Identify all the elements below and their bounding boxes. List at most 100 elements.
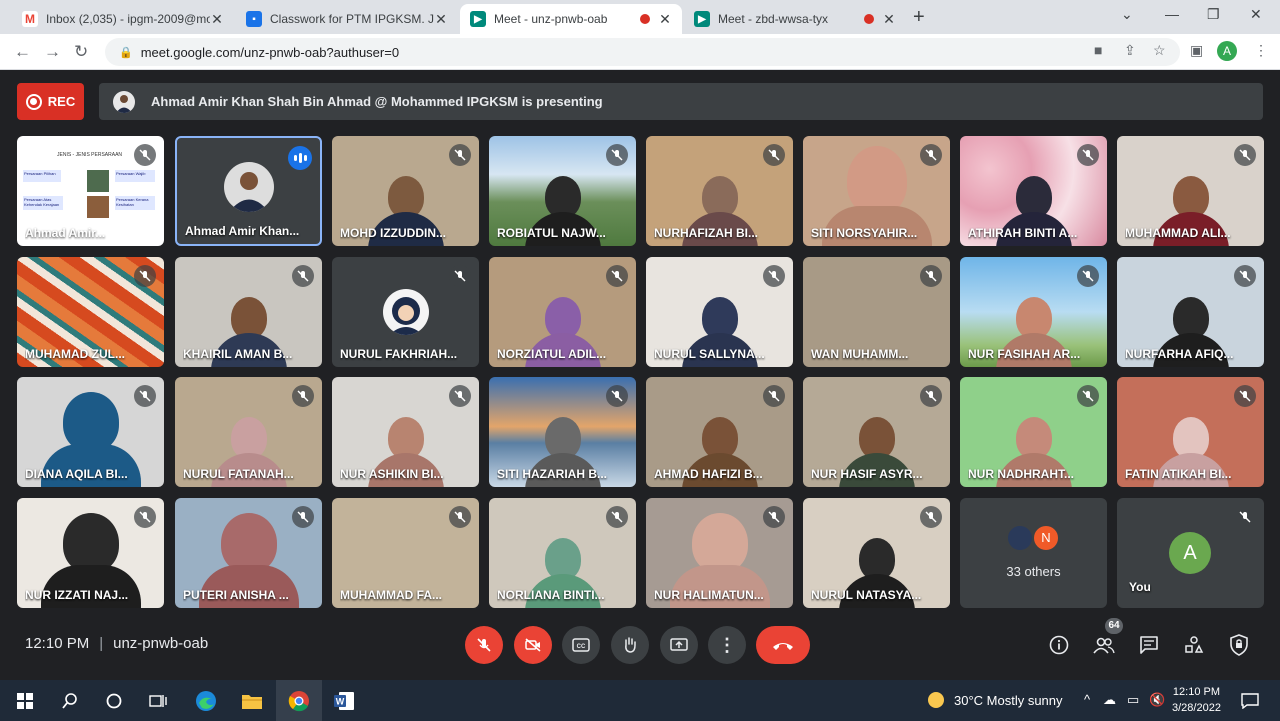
close-window-icon[interactable]: ✕ [1250, 6, 1262, 23]
toggle-camera-button[interactable] [514, 626, 552, 664]
participant-tile[interactable]: NORZIATUL ADIL... [489, 257, 636, 367]
notifications-icon[interactable] [1237, 688, 1263, 714]
participant-name: FATIN ATIKAH BI... [1125, 467, 1232, 481]
mic-off-icon [1234, 385, 1256, 407]
participant-tile[interactable]: MUHAMMAD FA... [332, 498, 479, 608]
participant-name: NURUL NATASYA... [811, 588, 922, 602]
activities-icon [1185, 636, 1204, 653]
participant-tile[interactable]: SITI HAZARIAH B... [489, 377, 636, 487]
participant-tile[interactable]: NURHAFIZAH BI... [646, 136, 793, 246]
close-tab-icon[interactable]: ✕ [210, 11, 224, 28]
cortana-icon[interactable] [101, 688, 127, 714]
taskbar-clock[interactable]: 12:10 PM 3/28/2022 [1172, 684, 1221, 716]
share-icon[interactable]: ⇪ [1124, 42, 1136, 59]
leave-call-button[interactable] [756, 626, 810, 664]
participant-tile[interactable]: NURUL FAKHRIAH... [332, 257, 479, 367]
participant-name: NUR HASIF ASYR... [811, 467, 923, 481]
participant-tile[interactable]: NUR IZZATI NAJ... [17, 498, 164, 608]
show-everyone-button[interactable] [1091, 632, 1117, 658]
task-view-icon[interactable] [145, 688, 171, 714]
participant-tile[interactable]: AHMAD HAFIZI B... [646, 377, 793, 487]
chat-button[interactable] [1136, 632, 1162, 658]
participant-tile[interactable]: NUR ASHIKIN BI... [332, 377, 479, 487]
participant-tile[interactable]: NUR FASIHAH AR... [960, 257, 1107, 367]
close-tab-icon[interactable]: ✕ [434, 11, 448, 28]
participant-name: MUHAMAD ZUL... [25, 347, 125, 361]
recording-badge[interactable]: REC [17, 83, 84, 120]
participant-tile[interactable]: NURUL SALLYNA... [646, 257, 793, 367]
tab-meet-active[interactable]: ▶ Meet - unz-pnwb-oab ✕ [460, 4, 682, 34]
close-tab-icon[interactable]: ✕ [658, 11, 672, 28]
classroom-icon: ▪ [246, 11, 262, 27]
self-tile[interactable]: A You [1117, 498, 1264, 608]
windows-start-icon[interactable] [12, 688, 38, 714]
mic-off-icon [1077, 265, 1099, 287]
bookmark-star-icon[interactable]: ☆ [1153, 42, 1166, 59]
mic-off-icon [763, 385, 785, 407]
word-icon[interactable]: W [331, 688, 357, 714]
file-explorer-icon[interactable] [239, 688, 265, 714]
battery-icon[interactable]: ▭ [1127, 692, 1139, 708]
tab-classroom[interactable]: ▪ Classwork for PTM IPGKSM. JPNJ ✕ [236, 4, 458, 34]
participant-tile[interactable]: SITI NORSYAHIR... [803, 136, 950, 246]
activities-button[interactable] [1181, 632, 1207, 658]
volume-muted-icon[interactable]: 🔇 [1149, 692, 1165, 708]
raise-hand-button[interactable] [611, 626, 649, 664]
search-icon[interactable] [57, 688, 83, 714]
participant-name: NUR NADHRAHT... [968, 467, 1074, 481]
participant-tile[interactable]: NUR HALIMATUN... [646, 498, 793, 608]
others-count: 33 others [1006, 564, 1061, 579]
participant-tile[interactable]: WAN MUHAMM... [803, 257, 950, 367]
speaking-indicator-icon [288, 146, 312, 170]
meeting-details-button[interactable] [1046, 632, 1072, 658]
more-options-button[interactable]: ⋮ [708, 626, 746, 664]
new-tab-button[interactable]: + [913, 6, 925, 29]
tab-search-icon[interactable]: ⌄ [1121, 6, 1133, 23]
participant-tile[interactable]: KHAIRIL AMAN B... [175, 257, 322, 367]
close-tab-icon[interactable]: ✕ [882, 11, 896, 28]
url-field[interactable]: 🔒 meet.google.com/unz-pnwb-oab?authuser=… [105, 38, 1180, 66]
side-panel-icon[interactable]: ▣ [1190, 42, 1203, 59]
host-controls-button[interactable] [1226, 632, 1252, 658]
participant-tile[interactable]: NURUL FATANAH... [175, 377, 322, 487]
participant-tile[interactable]: NORLIANA BINTI... [489, 498, 636, 608]
tab-gmail[interactable]: M Inbox (2,035) - ipgm-2009@moe ✕ [12, 4, 234, 34]
forward-icon[interactable]: → [44, 42, 61, 62]
chrome-icon[interactable] [286, 688, 312, 714]
mic-off-icon [606, 385, 628, 407]
mic-off-icon [292, 265, 314, 287]
weather-widget[interactable]: 30°C Mostly sunny [928, 692, 1063, 708]
participant-name: WAN MUHAMM... [811, 347, 909, 361]
participant-tile[interactable]: NURFARHA AFIQ... [1117, 257, 1264, 367]
presentation-tile[interactable]: JENIS - JENIS PERSARAAN Persaraan Piliha… [17, 136, 164, 246]
tab-meet-2[interactable]: ▶ Meet - zbd-wwsa-tyx ✕ [684, 4, 906, 34]
participant-tile-presenter[interactable]: Ahmad Amir Khan... [175, 136, 322, 246]
participant-name: NURHAFIZAH BI... [654, 226, 758, 240]
camera-in-use-icon[interactable]: ■ [1094, 42, 1102, 58]
participant-tile[interactable]: FATIN ATIKAH BI... [1117, 377, 1264, 487]
edge-browser-icon[interactable] [193, 688, 219, 714]
participant-tile[interactable]: PUTERI ANISHA ... [175, 498, 322, 608]
participant-tile[interactable]: MOHD IZZUDDIN... [332, 136, 479, 246]
captions-button[interactable]: CC [562, 626, 600, 664]
toggle-mic-button[interactable] [465, 626, 503, 664]
participant-tile[interactable]: MUHAMMAD ALI... [1117, 136, 1264, 246]
restore-icon[interactable]: ❐ [1207, 6, 1220, 23]
profile-avatar[interactable]: A [1217, 41, 1237, 61]
participant-tile[interactable]: MUHAMAD ZUL... [17, 257, 164, 367]
participant-tile[interactable]: DIANA AQILA BI... [17, 377, 164, 487]
participant-tile[interactable]: ATHIRAH BINTI A... [960, 136, 1107, 246]
participant-tile[interactable]: ROBIATUL NAJW... [489, 136, 636, 246]
participant-tile[interactable]: NUR HASIF ASYR... [803, 377, 950, 487]
participant-tile[interactable]: NURUL NATASYA... [803, 498, 950, 608]
participant-tile[interactable]: NUR NADHRAHT... [960, 377, 1107, 487]
present-now-button[interactable] [660, 626, 698, 664]
network-icon[interactable]: ☁ [1103, 692, 1116, 708]
minimize-icon[interactable]: — [1165, 6, 1179, 22]
others-tile[interactable]: N 33 others [960, 498, 1107, 608]
participant-name: SITI HAZARIAH B... [497, 467, 607, 481]
more-menu-icon[interactable]: ⋮ [1254, 42, 1268, 59]
reload-icon[interactable]: ↻ [74, 42, 88, 62]
back-icon[interactable]: ← [14, 42, 31, 62]
show-hidden-icons-icon[interactable]: ^ [1084, 692, 1090, 707]
